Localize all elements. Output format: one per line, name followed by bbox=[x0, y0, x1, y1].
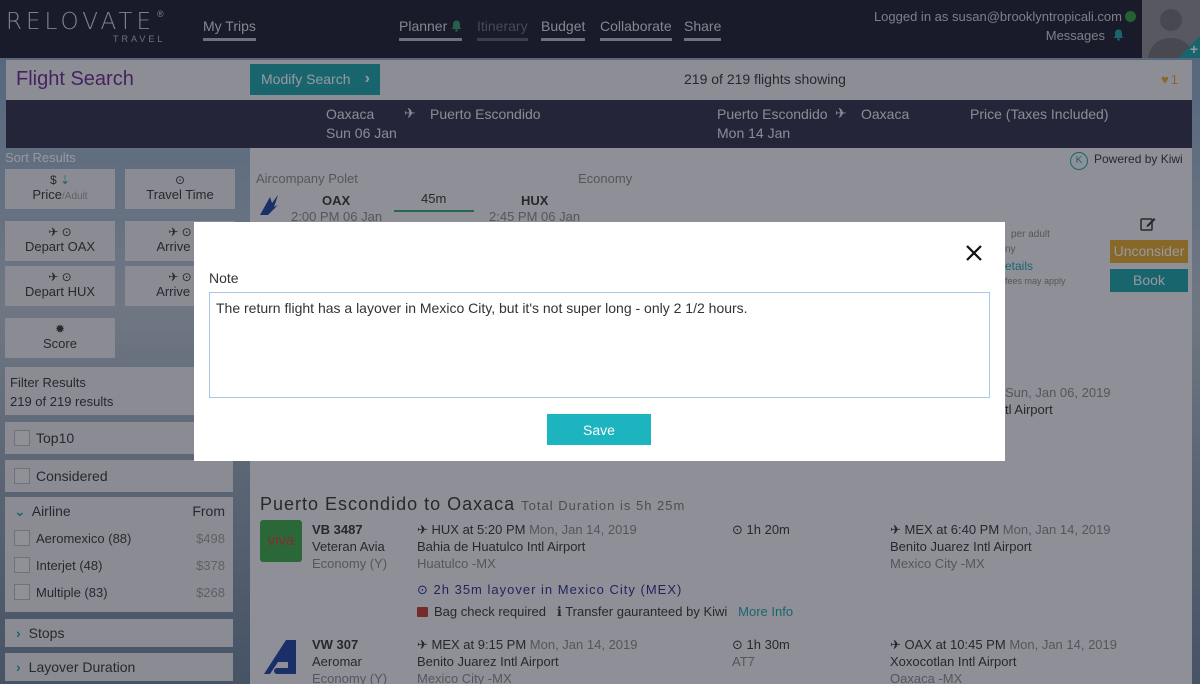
close-icon[interactable] bbox=[962, 241, 986, 265]
save-button[interactable]: Save bbox=[547, 414, 651, 445]
page: RELOVATE ® TRAVEL My Trips Planner Itiner… bbox=[0, 0, 1200, 684]
note-label: Note bbox=[209, 270, 239, 286]
note-textarea[interactable] bbox=[209, 292, 990, 398]
